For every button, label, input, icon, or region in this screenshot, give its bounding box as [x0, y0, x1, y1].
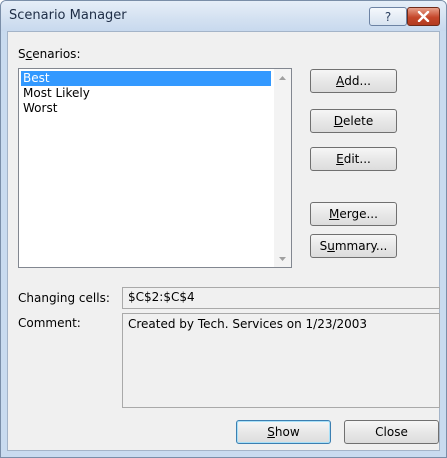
dialog-body: Scenarios: Best Most Likely Worst Add...…: [7, 31, 440, 451]
close-window-button[interactable]: [407, 7, 440, 26]
list-item-best[interactable]: Best: [21, 71, 271, 86]
edit-button[interactable]: Edit...: [310, 147, 397, 171]
title-bar[interactable]: Scenario Manager ?: [1, 1, 446, 31]
summary-button[interactable]: Su mmary...: [310, 234, 397, 258]
help-icon: ?: [384, 9, 392, 24]
vertical-scrollbar[interactable]: [274, 69, 291, 267]
show-button[interactable]: Show: [236, 420, 331, 444]
scenario-manager-dialog: Scenario Manager ? Scenarios: Best Most …: [0, 0, 447, 458]
changing-cells-label: Changing cells:: [18, 291, 110, 305]
changing-cells-field: $C$2:$C$4: [122, 287, 440, 309]
scroll-up-icon: [279, 75, 286, 80]
scroll-down-icon: [279, 256, 286, 261]
window-title: Scenario Manager: [9, 8, 127, 23]
list-item-worst[interactable]: Worst: [21, 101, 271, 116]
close-icon: [417, 11, 430, 22]
scroll-up-button[interactable]: [274, 69, 291, 86]
add-button[interactable]: Add...: [310, 69, 397, 93]
delete-button[interactable]: Delete: [310, 109, 397, 133]
merge-button[interactable]: Merge...: [310, 202, 397, 226]
comment-label: Comment:: [18, 316, 81, 330]
scenarios-listbox[interactable]: Best Most Likely Worst: [18, 68, 292, 268]
scroll-down-button[interactable]: [274, 250, 291, 267]
comment-field: Created by Tech. Services on 1/23/2003: [122, 313, 440, 408]
list-item-most-likely[interactable]: Most Likely: [21, 86, 271, 101]
close-button[interactable]: Close: [344, 420, 439, 444]
scenarios-label: Scenarios:: [18, 47, 81, 61]
help-button[interactable]: ?: [369, 7, 407, 26]
